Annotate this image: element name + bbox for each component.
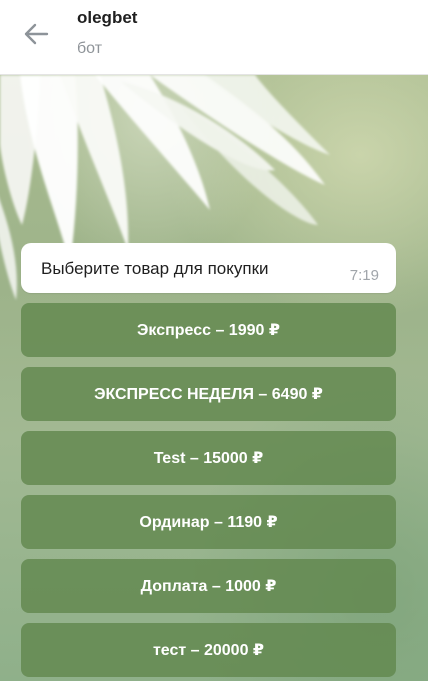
product-button-ordinar[interactable]: Ординар – 1190 ₽ [21,495,396,549]
message-bubble: Выберите товар для покупки 7:19 [21,243,396,293]
back-button[interactable] [14,14,58,54]
product-button-express-week[interactable]: ЭКСПРЕСС НЕДЕЛЯ – 6490 ₽ [21,367,396,421]
chat-subtitle: бот [77,40,103,57]
chat-background: Выберите товар для покупки 7:19 Экспресс… [0,75,428,681]
product-button-express[interactable]: Экспресс – 1990 ₽ [21,303,396,357]
product-button-test[interactable]: Test – 15000 ₽ [21,431,396,485]
message-time: 7:19 [349,267,379,284]
product-button-test-ru[interactable]: тест – 20000 ₽ [21,623,396,677]
message-text: Выберите товар для покупки [41,259,269,278]
chat-header: olegbet бот [0,0,428,75]
product-button-surcharge[interactable]: Доплата – 1000 ₽ [21,559,396,613]
daisy-petals-wallpaper [0,75,330,300]
arrow-left-icon [24,23,49,45]
chat-title[interactable]: olegbet [77,8,137,28]
